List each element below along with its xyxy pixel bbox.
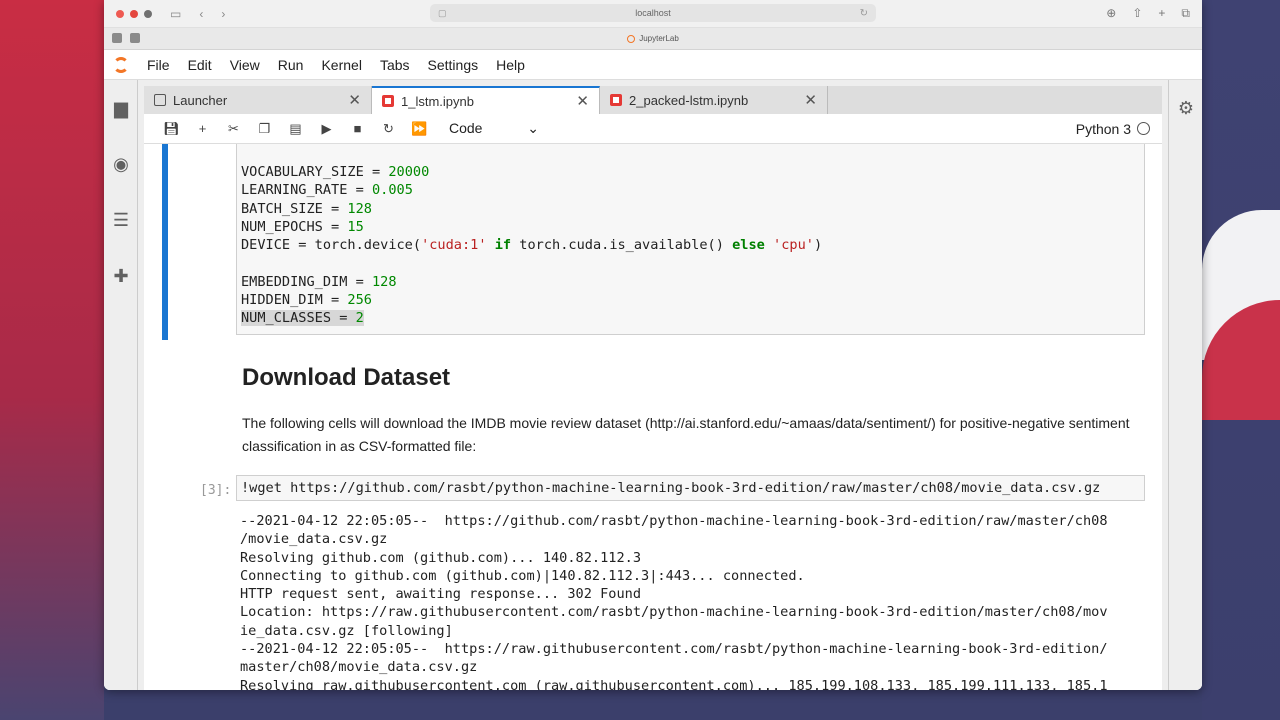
code-line: HIDDEN_DIM = 256	[241, 292, 372, 309]
reload-icon[interactable]: ↻	[860, 8, 868, 19]
code-cell-wget[interactable]: !wget https://github.com/rasbt/python-ma…	[236, 475, 1145, 501]
document-tabs: Launcher ✕ 1_lstm.ipynb ✕ 2_packed-lstm.…	[144, 86, 1162, 114]
tab-1-lstm[interactable]: 1_lstm.ipynb ✕	[372, 86, 600, 114]
browser-window: ▭ ‹ › ▢ localhost ↻ ⊕ ⇧ + ⧉ JupyterLab F…	[104, 0, 1202, 690]
running-kernels-icon[interactable]: ◉	[104, 136, 138, 192]
cut-icon[interactable]: ✂	[218, 121, 249, 137]
code-line: EMBEDDING_DIM = 128	[241, 273, 397, 290]
run-icon[interactable]: ▶	[311, 121, 342, 137]
code-line: DEVICE = torch.device('cuda:1' if torch.…	[241, 237, 823, 254]
tab-launcher[interactable]: Launcher ✕	[144, 86, 372, 114]
zoom-window-button[interactable]	[144, 9, 152, 18]
tab-label: 1_lstm.ipynb	[401, 93, 474, 109]
forward-icon[interactable]: ›	[221, 7, 225, 21]
menu-edit[interactable]: Edit	[179, 57, 221, 73]
extension-icon[interactable]: ✚	[104, 248, 138, 304]
cell-type-value: Code	[449, 120, 483, 136]
browser-tab-title: JupyterLab	[639, 34, 679, 43]
download-icon[interactable]: ⊕	[1106, 6, 1116, 21]
section-heading: Download Dataset	[242, 364, 451, 391]
favorites-icon[interactable]	[112, 33, 122, 43]
tab-2-packed-lstm[interactable]: 2_packed-lstm.ipynb ✕	[600, 86, 828, 114]
save-icon[interactable]: 💾︎	[156, 121, 187, 137]
kernel-indicator[interactable]: Python 3	[1076, 121, 1150, 137]
code-editor[interactable]: VOCABULARY_SIZE = 20000 LEARNING_RATE = …	[237, 163, 1144, 328]
notebook-icon	[610, 94, 622, 106]
markdown-cell[interactable]: Download Dataset The following cells wil…	[242, 364, 1142, 458]
desktop-background-left	[0, 0, 104, 720]
stop-icon[interactable]: ■	[342, 121, 373, 136]
close-icon[interactable]: ✕	[348, 91, 361, 109]
notebook-toolbar: 💾︎ + ✂ ❐ ▤ ▶ ■ ↻ ⏩ Code ⌄ Python 3	[144, 114, 1162, 144]
browser-tab[interactable]: JupyterLab	[627, 34, 679, 43]
code-line: NUM_EPOCHS = 15	[241, 218, 364, 235]
jupyter-favicon-icon	[627, 34, 636, 43]
menu-view[interactable]: View	[221, 57, 269, 73]
jupyter-logo-icon	[104, 50, 138, 80]
tab-bar-icons	[112, 33, 140, 43]
code-line: VOCABULARY_SIZE = 20000	[241, 164, 430, 180]
right-sidebar: ⚙	[1168, 80, 1202, 690]
launcher-icon	[154, 94, 166, 106]
active-cell-indicator	[162, 144, 168, 340]
tab-overview-icon[interactable]: ⧉	[1181, 6, 1190, 21]
code-line: BATCH_SIZE = 128	[241, 200, 372, 217]
new-tab-icon[interactable]: +	[1158, 6, 1165, 21]
menu-tabs[interactable]: Tabs	[371, 57, 419, 73]
reader-icon[interactable]	[130, 33, 140, 43]
code-line: LEARNING_RATE = 0.005	[241, 182, 413, 199]
left-sidebar: ▆ ◉ ☰ ✚	[104, 80, 138, 690]
desktop-background-right	[1202, 0, 1280, 720]
run-all-icon[interactable]: ⏩	[404, 121, 435, 137]
folder-icon[interactable]: ▆	[104, 80, 138, 136]
menu-kernel[interactable]: Kernel	[312, 57, 370, 73]
cell-prompt: [3]:	[200, 483, 232, 498]
kernel-status-icon	[1137, 122, 1150, 135]
restart-icon[interactable]: ↻	[373, 121, 404, 137]
close-icon[interactable]: ✕	[576, 92, 589, 110]
section-paragraph: The following cells will download the IM…	[242, 415, 1130, 454]
browser-tab-bar: JupyterLab	[104, 28, 1202, 50]
copy-icon[interactable]: ❐	[249, 121, 280, 137]
browser-actions: ⊕ ⇧ + ⧉	[1106, 6, 1190, 21]
insert-cell-icon[interactable]: +	[187, 121, 218, 136]
code-editor[interactable]: !wget https://github.com/rasbt/python-ma…	[237, 476, 1144, 497]
kernel-name: Python 3	[1075, 120, 1131, 137]
notebook-icon	[382, 95, 394, 107]
minimize-window-button[interactable]	[130, 9, 138, 18]
sidebar-toggle-icon[interactable]: ▭	[170, 7, 181, 21]
code-line: NUM_CLASSES = 2	[241, 310, 364, 327]
menu-file[interactable]: File	[138, 57, 179, 73]
notebook-area: Launcher ✕ 1_lstm.ipynb ✕ 2_packed-lstm.…	[144, 86, 1162, 690]
browser-toolbar: ▭ ‹ › ▢ localhost ↻ ⊕ ⇧ + ⧉	[104, 0, 1202, 28]
code-cell-settings[interactable]: VOCABULARY_SIZE = 20000 LEARNING_RATE = …	[236, 144, 1145, 335]
cell-type-select[interactable]: Code ⌄	[449, 120, 539, 137]
tab-label: 2_packed-lstm.ipynb	[629, 92, 749, 108]
share-icon[interactable]: ⇧	[1132, 6, 1142, 21]
cell-output: --2021-04-12 22:05:05-- https://github.c…	[240, 512, 1145, 690]
window-controls	[116, 9, 152, 18]
address-bar[interactable]: ▢ localhost ↻	[430, 4, 876, 22]
paste-icon[interactable]: ▤	[280, 121, 311, 137]
output-text: --2021-04-12 22:05:05-- https://github.c…	[240, 513, 1108, 690]
property-inspector-icon[interactable]: ⚙	[1169, 80, 1202, 136]
notebook-content: VOCABULARY_SIZE = 20000 LEARNING_RATE = …	[144, 144, 1162, 690]
jupyter-main: ▆ ◉ ☰ ✚ ⚙ Launcher ✕ 1_lstm.ipynb ✕ 2_pa…	[104, 80, 1202, 690]
close-window-button[interactable]	[116, 9, 124, 18]
chevron-down-icon: ⌄	[527, 120, 539, 136]
command-palette-icon[interactable]: ☰	[104, 192, 138, 248]
address-text: localhost	[635, 8, 671, 18]
menu-help[interactable]: Help	[487, 57, 534, 73]
page-icon: ▢	[438, 7, 447, 18]
tab-label: Launcher	[173, 92, 228, 108]
back-icon[interactable]: ‹	[199, 7, 203, 21]
menu-run[interactable]: Run	[269, 57, 313, 73]
close-icon[interactable]: ✕	[804, 91, 817, 109]
jupyter-menu-bar: File Edit View Run Kernel Tabs Settings …	[104, 50, 1202, 80]
menu-settings[interactable]: Settings	[419, 57, 488, 73]
